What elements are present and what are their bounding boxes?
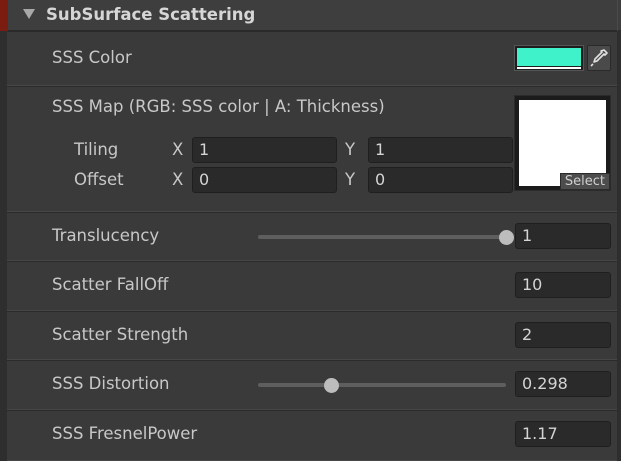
scatter-falloff-row: Scatter FallOff 10 bbox=[7, 261, 617, 311]
sss-color-swatch[interactable] bbox=[514, 45, 584, 71]
section-accent-bar bbox=[0, 0, 8, 31]
sss-distortion-label: SSS Distortion bbox=[52, 374, 170, 393]
right-border bbox=[617, 31, 621, 461]
translucency-slider-track[interactable] bbox=[258, 235, 506, 239]
tiling-label: Tiling bbox=[74, 140, 119, 159]
sss-map-label: SSS Map (RGB: SSS color | A: Thickness) bbox=[52, 97, 385, 116]
sss-color-row: SSS Color bbox=[7, 31, 617, 86]
sss-map-texture-slot[interactable]: Select bbox=[514, 95, 611, 191]
tiling-x-input[interactable]: 1 bbox=[192, 137, 337, 163]
translucency-slider-thumb[interactable] bbox=[498, 230, 514, 245]
section-title: SubSurface Scattering bbox=[46, 5, 256, 24]
scatter-strength-row: Scatter Strength 2 bbox=[7, 311, 617, 360]
offset-y-input[interactable]: 0 bbox=[368, 167, 513, 193]
texture-select-button[interactable]: Select bbox=[559, 173, 610, 190]
scatter-strength-input[interactable]: 2 bbox=[515, 322, 611, 348]
translucency-label: Translucency bbox=[52, 226, 160, 245]
foldout-triangle-icon[interactable] bbox=[23, 9, 35, 19]
left-gutter bbox=[0, 31, 7, 461]
eyedropper-icon bbox=[590, 49, 608, 67]
translucency-row: Translucency 1 bbox=[7, 212, 617, 261]
offset-y-label: Y bbox=[345, 170, 356, 189]
section-header[interactable]: SubSurface Scattering bbox=[0, 0, 621, 31]
header-divider bbox=[617, 0, 618, 31]
sss-color-fill bbox=[517, 48, 581, 66]
sss-map-row: SSS Map (RGB: SSS color | A: Thickness) … bbox=[7, 86, 617, 212]
tiling-y-input[interactable]: 1 bbox=[368, 137, 513, 163]
sss-fresnel-power-input[interactable]: 1.17 bbox=[515, 421, 611, 447]
sss-distortion-slider-thumb[interactable] bbox=[324, 378, 340, 393]
scatter-falloff-input[interactable]: 10 bbox=[515, 272, 611, 298]
subsurface-scattering-panel: SubSurface Scattering SSS Color SSS Map … bbox=[0, 0, 621, 461]
sss-distortion-value-input[interactable]: 0.298 bbox=[515, 371, 611, 397]
offset-x-label: X bbox=[172, 170, 184, 189]
sss-color-label: SSS Color bbox=[52, 48, 132, 67]
sss-fresnel-power-label: SSS FresnelPower bbox=[52, 424, 198, 443]
offset-x-input[interactable]: 0 bbox=[192, 167, 337, 193]
sss-fresnel-power-row: SSS FresnelPower 1.17 bbox=[7, 410, 617, 461]
sss-color-alpha-bar bbox=[517, 67, 581, 69]
tiling-y-label: Y bbox=[345, 140, 356, 159]
tiling-x-label: X bbox=[172, 140, 184, 159]
translucency-value-input[interactable]: 1 bbox=[515, 223, 611, 249]
sss-distortion-row: SSS Distortion 0.298 bbox=[7, 360, 617, 410]
offset-label: Offset bbox=[74, 170, 124, 189]
scatter-falloff-label: Scatter FallOff bbox=[52, 275, 169, 294]
scatter-strength-label: Scatter Strength bbox=[52, 325, 189, 344]
eyedropper-button[interactable] bbox=[587, 45, 611, 71]
sss-distortion-slider-track[interactable] bbox=[258, 383, 506, 387]
